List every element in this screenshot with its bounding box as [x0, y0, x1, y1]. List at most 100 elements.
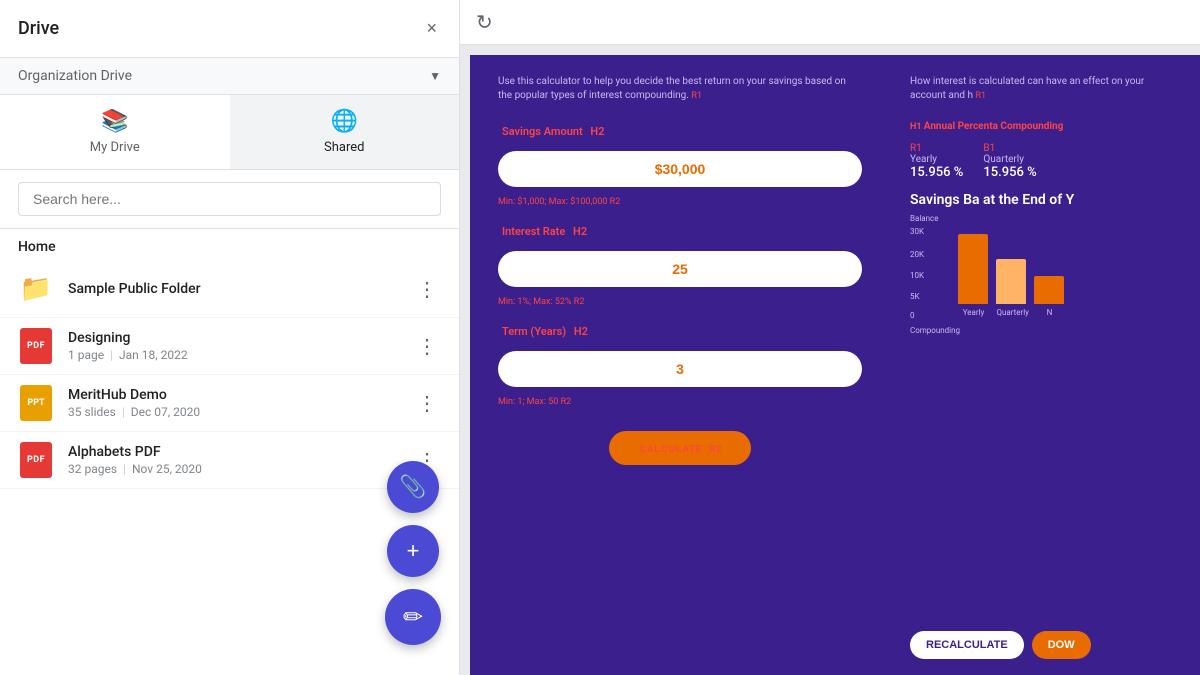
- label-quarterly: Quarterly: [996, 308, 1026, 317]
- calculator-panel: Use this calculator to help you decide t…: [470, 55, 890, 675]
- refresh-icon[interactable]: ↻: [476, 10, 493, 34]
- chevron-down-icon: ▼: [429, 69, 441, 83]
- tab-my-drive[interactable]: 📚 My Drive: [0, 95, 230, 169]
- yearly-rate: R1 Yearly 15.956 %: [910, 143, 963, 180]
- bar-yearly: [958, 234, 988, 304]
- quarterly-rate: B1 Quarterly 15.956 %: [983, 143, 1036, 180]
- savings-hint: Min: $1,000; Max: $100,000 R2: [498, 197, 862, 207]
- add-folder-button[interactable]: +: [387, 525, 439, 577]
- file-info: Sample Public Folder: [68, 281, 413, 297]
- drive-title: Drive: [18, 18, 59, 39]
- term-label: Term (Years) H2: [498, 321, 862, 339]
- file-pages: 35 slides: [68, 405, 116, 419]
- edit-button[interactable]: ✏: [385, 589, 441, 645]
- file-name: MeritHub Demo: [68, 387, 413, 403]
- chart-bars: [958, 214, 1064, 304]
- more-options-icon[interactable]: ⋮: [413, 275, 441, 303]
- file-info: MeritHub Demo 35 slides | Dec 07, 2020: [68, 387, 413, 419]
- compounding-label: Compounding: [910, 326, 1180, 335]
- file-name: Sample Public Folder: [68, 281, 413, 297]
- file-date: Dec 07, 2020: [131, 405, 200, 419]
- interest-input[interactable]: [498, 251, 862, 287]
- savings-input[interactable]: [498, 151, 862, 187]
- right-toolbar: ↻: [460, 0, 1200, 45]
- calculate-button[interactable]: CALCULATE R2: [609, 431, 750, 465]
- right-extra-panel: How interest is calculated can have an e…: [890, 55, 1200, 675]
- y-20k: 20K: [910, 250, 924, 259]
- balance-label: Balance: [910, 214, 938, 223]
- ppt-icon: PPT: [18, 385, 54, 421]
- folder-icon: 📁: [18, 271, 54, 307]
- list-item[interactable]: PDF Designing 1 page | Jan 18, 2022 ⋮: [0, 318, 459, 375]
- preview-area: Use this calculator to help you decide t…: [460, 45, 1200, 675]
- tab-shared-label: Shared: [324, 140, 364, 155]
- tab-my-drive-label: My Drive: [90, 140, 140, 155]
- y-10k: 10K: [910, 271, 924, 280]
- rate-row: R1 Yearly 15.956 % B1 Quarterly 15.956 %: [910, 143, 1180, 180]
- right-panel: ↻ Use this calculator to help you decide…: [460, 0, 1200, 675]
- file-meta: 35 slides | Dec 07, 2020: [68, 405, 413, 419]
- file-meta: 1 page | Jan 18, 2022: [68, 348, 413, 362]
- term-input[interactable]: [498, 351, 862, 387]
- calc-note-tag: R1: [691, 91, 702, 101]
- yearly-label: Yearly: [910, 154, 963, 165]
- more-options-icon[interactable]: ⋮: [413, 389, 441, 417]
- drive-header: Drive ×: [0, 0, 459, 58]
- left-panel: Drive × Organization Drive ▼ 📚 My Drive …: [0, 0, 460, 675]
- right-extra-title: H1 Annual Percenta Compounding: [910, 113, 1180, 135]
- tab-shared[interactable]: 🌐 Shared: [230, 95, 460, 169]
- separator: |: [123, 462, 126, 476]
- file-name: Designing: [68, 330, 413, 346]
- fab-container: 📎 + ✏: [385, 461, 441, 645]
- term-hint: Min: 1; Max: 50 R2: [498, 397, 862, 407]
- recalculate-button[interactable]: RECALCULATE: [910, 631, 1024, 659]
- interest-label: Interest Rate H2: [498, 221, 862, 239]
- list-item[interactable]: PPT MeritHub Demo 35 slides | Dec 07, 20…: [0, 375, 459, 432]
- file-info: Designing 1 page | Jan 18, 2022: [68, 330, 413, 362]
- tabs-container: 📚 My Drive 🌐 Shared: [0, 95, 459, 170]
- y-30k: 30K: [910, 227, 924, 236]
- separator: |: [122, 405, 125, 419]
- file-name: Alphabets PDF: [68, 444, 413, 460]
- bar-quarterly: [996, 259, 1026, 304]
- quarterly-tag: B1: [983, 143, 1036, 154]
- file-meta: 32 pages | Nov 25, 2020: [68, 462, 413, 476]
- file-info: Alphabets PDF 32 pages | Nov 25, 2020: [68, 444, 413, 476]
- download-button[interactable]: DOW: [1032, 631, 1091, 659]
- yearly-tag: R1: [910, 143, 963, 154]
- preview-content: Use this calculator to help you decide t…: [470, 55, 1200, 675]
- search-container: [0, 170, 459, 229]
- calc-note: Use this calculator to help you decide t…: [498, 75, 862, 103]
- pdf-icon: PDF: [18, 442, 54, 478]
- chart-x-labels: Yearly Quarterly N: [958, 308, 1064, 317]
- more-options-icon[interactable]: ⋮: [413, 332, 441, 360]
- chart-title: Savings Ba at the End of Y: [910, 192, 1180, 208]
- org-dropdown[interactable]: Organization Drive ▼: [0, 58, 459, 95]
- file-date: Jan 18, 2022: [119, 348, 188, 362]
- bar-other: [1034, 276, 1064, 304]
- my-drive-icon: 📚: [101, 109, 128, 134]
- section-home-label: Home: [0, 229, 459, 261]
- search-input[interactable]: [18, 182, 441, 216]
- y-0: 0: [910, 311, 915, 320]
- label-yearly: Yearly: [958, 308, 988, 317]
- right-extra-note: How interest is calculated can have an e…: [910, 75, 1180, 103]
- file-date: Nov 25, 2020: [132, 462, 202, 476]
- attach-button[interactable]: 📎: [387, 461, 439, 513]
- list-item[interactable]: 📁 Sample Public Folder ⋮: [0, 261, 459, 318]
- quarterly-value: 15.956 %: [983, 165, 1036, 180]
- y-5k: 5K: [910, 292, 920, 301]
- close-button[interactable]: ×: [422, 14, 441, 43]
- yearly-value: 15.956 %: [910, 165, 963, 180]
- savings-label: Savings Amount H2: [498, 121, 862, 139]
- pdf-icon: PDF: [18, 328, 54, 364]
- file-pages: 1 page: [68, 348, 104, 362]
- org-dropdown-label: Organization Drive: [18, 68, 132, 84]
- quarterly-label: Quarterly: [983, 154, 1036, 165]
- bottom-buttons: RECALCULATE DOW: [910, 631, 1091, 659]
- separator: |: [110, 348, 113, 362]
- file-pages: 32 pages: [68, 462, 117, 476]
- interest-hint: Min: 1%; Max: 52% R2: [498, 297, 862, 307]
- shared-icon: 🌐: [331, 109, 358, 134]
- label-n: N: [1034, 308, 1064, 317]
